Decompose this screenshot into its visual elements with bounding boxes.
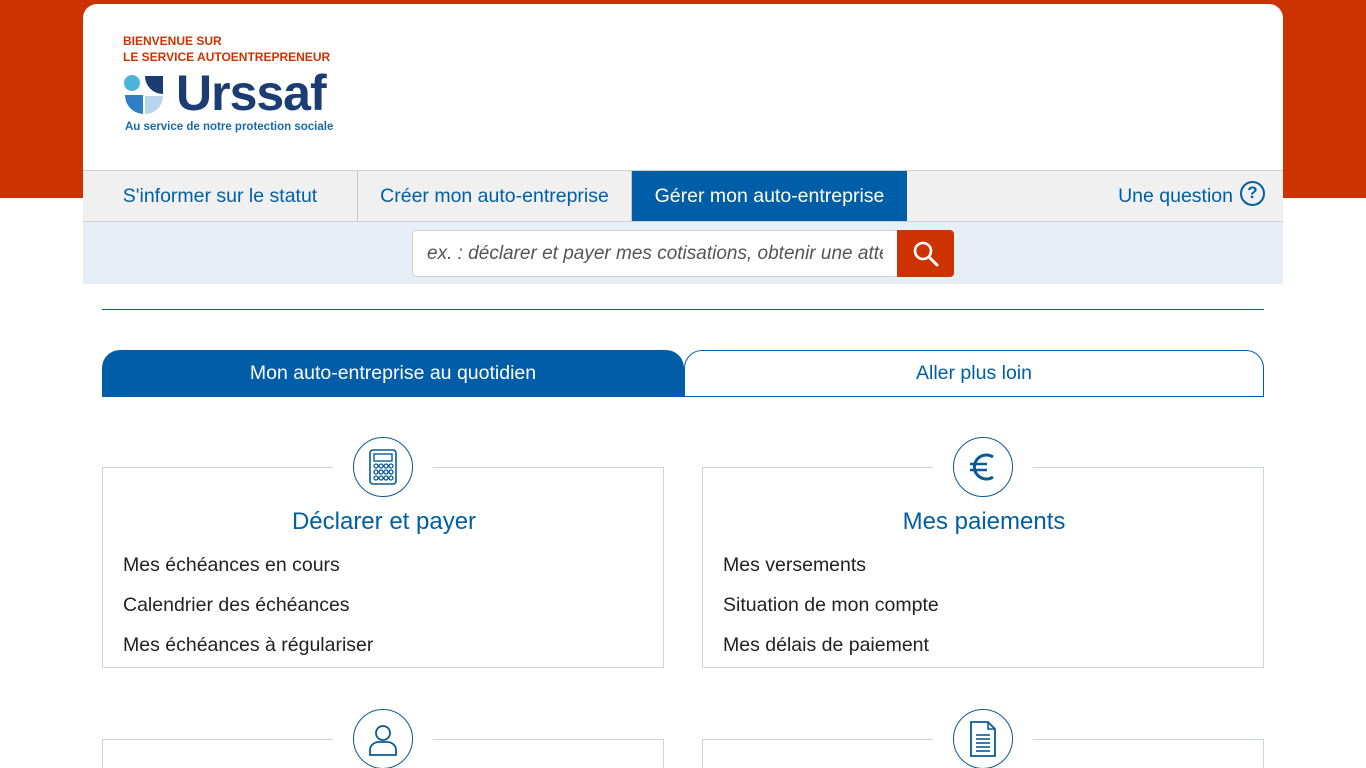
section-divider: [102, 309, 1264, 310]
link-situation-compte[interactable]: Situation de mon compte: [723, 594, 939, 617]
link-echeances-regulariser[interactable]: Mes échéances à régulariser: [123, 634, 373, 657]
document-icon: [970, 721, 996, 757]
link-echeances-en-cours[interactable]: Mes échéances en cours: [123, 554, 340, 577]
card-icon-circle: [353, 709, 413, 768]
main-nav: S'informer sur le statut Créer mon auto-…: [83, 170, 1283, 222]
tab-quotidien[interactable]: Mon auto-entreprise au quotidien: [102, 350, 684, 397]
welcome-line-2: LE SERVICE AUTOENTREPRENEUR: [123, 50, 331, 64]
question-icon: ?: [1240, 180, 1265, 206]
welcome-text: BIENVENUE SUR LE SERVICE AUTOENTREPRENEU…: [123, 33, 330, 65]
card-title[interactable]: Mes paiements: [703, 508, 1265, 536]
page-container: BIENVENUE SUR LE SERVICE AUTOENTREPRENEU…: [83, 4, 1283, 768]
search-bar: [83, 222, 1283, 284]
user-icon: [369, 725, 397, 756]
nav-item-gerer[interactable]: Gérer mon auto-entreprise: [632, 171, 907, 221]
site-header: BIENVENUE SUR LE SERVICE AUTOENTREPRENEU…: [83, 4, 1283, 170]
card-title[interactable]: Déclarer et payer: [103, 508, 665, 536]
logo-tagline: Au service de notre protection sociale: [125, 121, 334, 133]
nav-item-informer[interactable]: S'informer sur le statut: [83, 171, 358, 221]
urssaf-logo-icon[interactable]: [123, 74, 165, 116]
link-delais-paiement[interactable]: Mes délais de paiement: [723, 634, 929, 657]
question-label: Une question: [1118, 184, 1233, 207]
card-icon-circle: [953, 709, 1013, 768]
urssaf-logo-text[interactable]: Urssaf: [176, 66, 327, 120]
link-mes-versements[interactable]: Mes versements: [723, 554, 866, 577]
link-calendrier-echeances[interactable]: Calendrier des échéances: [123, 594, 350, 617]
euro-icon: [970, 453, 994, 481]
card-icon-circle: [353, 437, 413, 497]
calculator-icon: [369, 449, 397, 485]
search-icon: [913, 241, 938, 266]
card-icon-circle: [953, 437, 1013, 497]
nav-item-creer[interactable]: Créer mon auto-entreprise: [358, 171, 632, 221]
search-button[interactable]: [897, 230, 954, 277]
card-declarer-payer: Déclarer et payer Mes échéances en cours…: [102, 467, 664, 668]
welcome-line-1: BIENVENUE SUR: [123, 34, 222, 48]
search-input[interactable]: [412, 230, 897, 277]
question-link[interactable]: Une question ?: [1118, 171, 1265, 221]
tab-aller-plus-loin[interactable]: Aller plus loin: [684, 350, 1264, 397]
card-mes-paiements: Mes paiements Mes versements Situation d…: [702, 467, 1264, 668]
